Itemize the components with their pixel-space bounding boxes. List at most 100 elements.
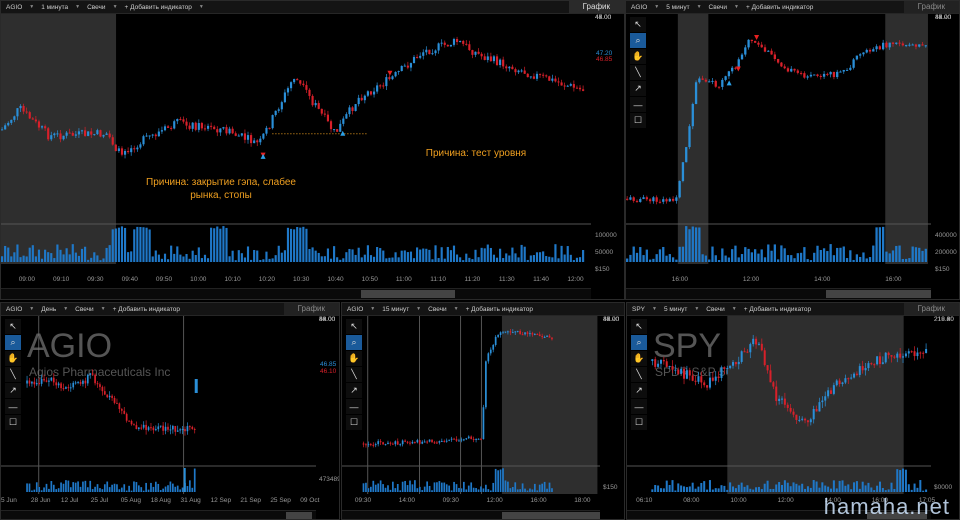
- candle: [776, 59, 780, 63]
- add-indicator-button[interactable]: + Добавить индикатор: [741, 4, 818, 11]
- chevron-down-icon[interactable]: ▼: [61, 306, 70, 312]
- candle: [256, 140, 259, 143]
- candle: [770, 50, 773, 55]
- scroll-thumb[interactable]: [286, 512, 312, 519]
- volume-tick-label: 50000: [595, 249, 614, 256]
- price-chart[interactable]: [1, 316, 316, 494]
- candle: [154, 134, 157, 137]
- add-indicator-button[interactable]: + Добавить индикатор: [120, 4, 197, 11]
- candle: [524, 332, 526, 335]
- chart-type-selector[interactable]: Свечи: [704, 4, 733, 11]
- candle: [274, 110, 277, 116]
- symbol-selector[interactable]: AGIO: [1, 4, 27, 11]
- volume-bar: [43, 487, 45, 492]
- volume-bar: [391, 257, 394, 262]
- candle: [372, 91, 376, 95]
- price-chart[interactable]: [627, 316, 931, 494]
- chart-panel-4[interactable]: AGIO ▼ 15 минут ▼ Свечи ▼ + Добавить индика…: [341, 302, 625, 520]
- add-indicator-button[interactable]: + Добавить индикатор: [108, 306, 185, 313]
- navigator-scrollbar[interactable]: [342, 510, 600, 519]
- chart-tab[interactable]: График: [568, 1, 624, 13]
- navigator-scrollbar[interactable]: [1, 288, 591, 299]
- candle: [397, 71, 400, 73]
- volume-bar: [382, 250, 385, 262]
- chevron-down-icon[interactable]: ▼: [27, 306, 36, 312]
- volume-bar: [462, 260, 465, 262]
- chevron-down-icon[interactable]: ▼: [452, 306, 461, 312]
- symbol-selector[interactable]: SPY: [627, 306, 650, 313]
- chevron-down-icon[interactable]: ▼: [27, 4, 36, 10]
- scroll-thumb[interactable]: [826, 290, 931, 298]
- volume-bar: [648, 259, 652, 262]
- chevron-down-icon[interactable]: ▼: [73, 4, 82, 10]
- price-chart[interactable]: [1, 14, 591, 264]
- candle: [167, 126, 170, 128]
- interval-selector[interactable]: 15 минут: [377, 306, 414, 313]
- chart-type-selector[interactable]: Свечи: [70, 306, 99, 313]
- candle: [648, 199, 652, 202]
- chevron-down-icon[interactable]: ▼: [692, 306, 701, 312]
- chevron-down-icon[interactable]: ▼: [650, 306, 659, 312]
- navigator-scrollbar[interactable]: [626, 288, 931, 299]
- chart-panel-5[interactable]: SPY ▼ 5 минут ▼ Свечи ▼ + Добавить индикато…: [626, 302, 960, 520]
- chart-tab[interactable]: График: [283, 303, 339, 315]
- interval-selector[interactable]: 5 минут: [661, 4, 694, 11]
- candle: [746, 351, 749, 353]
- chevron-down-icon[interactable]: ▼: [197, 4, 206, 10]
- symbol-selector[interactable]: AGIO: [342, 306, 368, 313]
- volume-bar: [675, 259, 678, 262]
- candle: [913, 351, 916, 357]
- volume-bar: [150, 482, 152, 492]
- volume-bar: [783, 480, 786, 492]
- chart-type-selector[interactable]: Свечи: [82, 4, 111, 11]
- navigator-scrollbar[interactable]: [1, 510, 316, 519]
- chevron-down-icon[interactable]: ▼: [414, 306, 423, 312]
- volume-bar: [790, 255, 793, 262]
- volume-bar: [849, 250, 852, 262]
- interval-selector[interactable]: 1 минута: [36, 4, 73, 11]
- time-tick-label: 25 Jul: [90, 497, 109, 504]
- chevron-down-icon[interactable]: ▼: [695, 4, 704, 10]
- symbol-selector[interactable]: AGIO: [1, 306, 27, 313]
- chevron-down-icon[interactable]: ▼: [732, 4, 741, 10]
- time-tick-label: 09:30: [87, 276, 104, 283]
- chart-type-selector[interactable]: Свечи: [423, 306, 452, 313]
- candle: [494, 336, 497, 345]
- chart-type-selector[interactable]: Свечи: [701, 306, 730, 313]
- candle: [333, 129, 336, 131]
- volume-bar: [28, 247, 31, 262]
- scroll-thumb[interactable]: [361, 290, 455, 298]
- candle: [868, 49, 872, 52]
- candle: [754, 40, 757, 43]
- time-tick-label: 16:00: [530, 497, 547, 504]
- volume-bar: [382, 484, 384, 492]
- add-indicator-button[interactable]: + Добавить индикатор: [461, 306, 538, 313]
- chevron-down-icon[interactable]: ▼: [99, 306, 108, 312]
- chevron-down-icon[interactable]: ▼: [111, 4, 120, 10]
- chart-panel-3[interactable]: AGIO ▼ День ▼ Свечи ▼ + Добавить индикатор …: [0, 302, 340, 520]
- interval-selector[interactable]: День: [36, 306, 61, 313]
- price-chart[interactable]: [342, 316, 600, 494]
- candle: [67, 387, 70, 389]
- chevron-down-icon[interactable]: ▼: [730, 306, 739, 312]
- chart-tab[interactable]: График: [903, 303, 959, 315]
- chart-panel-2[interactable]: AGIO ▼ 5 минут ▼ Свечи ▼ + Добавить индикат…: [625, 0, 960, 300]
- chevron-down-icon[interactable]: ▼: [652, 4, 661, 10]
- candle: [379, 441, 382, 443]
- chart-panel-1[interactable]: AGIO ▼ 1 минута ▼ Свечи ▼ + Добавить индика…: [0, 0, 625, 300]
- volume-bar: [181, 487, 184, 492]
- candle: [458, 440, 460, 442]
- volume-bar: [844, 485, 847, 492]
- time-tick-label: 10:40: [327, 276, 344, 283]
- interval-selector[interactable]: 5 минут: [659, 306, 692, 313]
- chevron-down-icon[interactable]: ▼: [368, 306, 377, 312]
- volume-bar: [167, 259, 170, 262]
- symbol-selector[interactable]: AGIO: [626, 4, 652, 11]
- volume-bar: [111, 229, 114, 262]
- add-indicator-button[interactable]: + Добавить индикатор: [739, 306, 816, 313]
- scroll-thumb[interactable]: [502, 512, 600, 519]
- volume-bar: [206, 258, 210, 262]
- price-chart[interactable]: [626, 14, 931, 264]
- chart-tab[interactable]: График: [903, 1, 959, 13]
- candle: [176, 430, 179, 432]
